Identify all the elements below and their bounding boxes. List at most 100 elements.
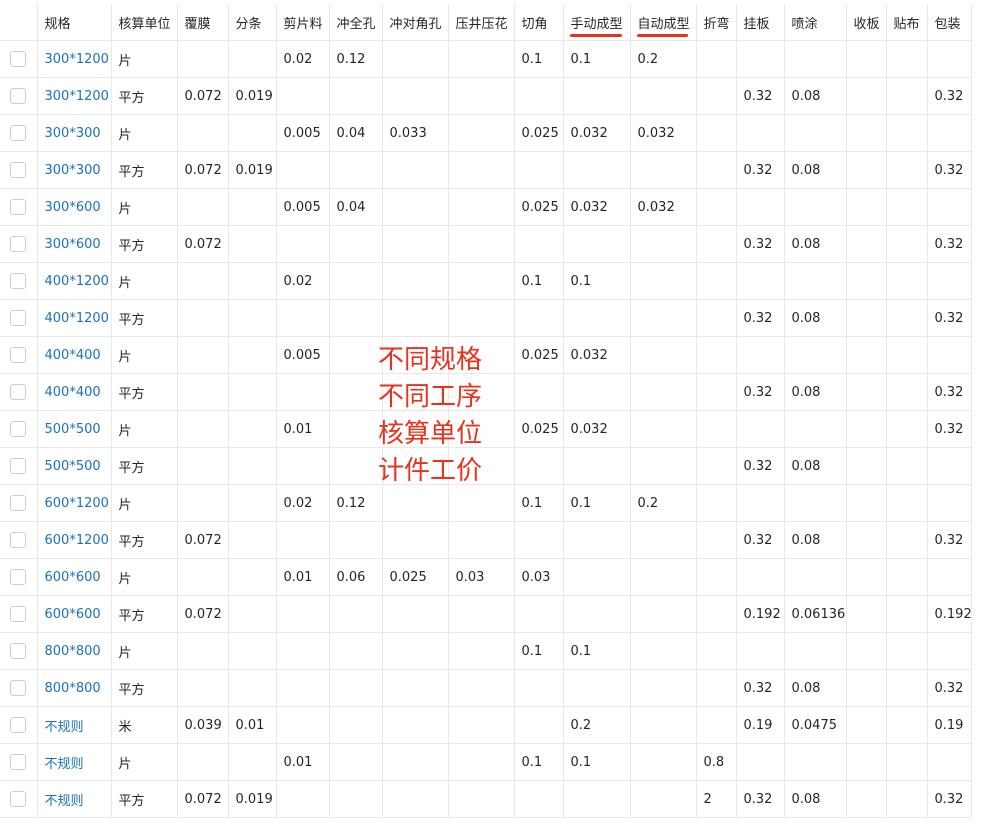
row-checkbox[interactable]: [10, 51, 27, 67]
column-header-full-punch[interactable]: 冲全孔: [329, 4, 383, 41]
spec-link[interactable]: 400*400: [45, 348, 101, 363]
table-row[interactable]: 不规则 平方 0.072 0.019 2 0.32 0.08 0.32: [0, 780, 972, 818]
table-cell: 不规则: [37, 780, 112, 818]
table-cell: 0.072: [177, 77, 229, 115]
table-cell: [696, 336, 737, 374]
spec-link[interactable]: 不规则: [45, 794, 84, 809]
row-checkbox[interactable]: [10, 791, 27, 807]
row-checkbox[interactable]: [10, 754, 27, 770]
column-header-bending[interactable]: 折弯: [696, 4, 737, 41]
spec-link[interactable]: 400*1200: [45, 274, 109, 289]
spec-link[interactable]: 不规则: [45, 720, 84, 735]
column-header-cloth[interactable]: 贴布: [886, 4, 928, 41]
column-header-packing[interactable]: 包装: [927, 4, 972, 41]
table-cell: [228, 373, 277, 411]
table-row[interactable]: 300*300 平方 0.072 0.019 0.32 0.08 0.32: [0, 151, 972, 189]
table-row[interactable]: 不规则 片 0.01 0.1 0.1 0.8: [0, 743, 972, 781]
spec-link[interactable]: 600*1200: [45, 533, 109, 548]
table-row[interactable]: 400*1200 平方 0.32 0.08 0.32: [0, 299, 972, 337]
table-cell: [886, 373, 928, 411]
row-checkbox[interactable]: [10, 458, 27, 474]
table-row[interactable]: 300*600 平方 0.072 0.32 0.08 0.32: [0, 225, 972, 263]
spec-link[interactable]: 500*500: [45, 422, 101, 437]
table-row[interactable]: 600*1200 平方 0.072 0.32 0.08 0.32: [0, 521, 972, 559]
column-header-corner-cut[interactable]: 切角: [514, 4, 564, 41]
row-checkbox[interactable]: [10, 125, 27, 141]
spec-link[interactable]: 300*1200: [45, 89, 109, 104]
column-header-emboss[interactable]: 压井压花: [448, 4, 515, 41]
row-checkbox[interactable]: [10, 421, 27, 437]
spec-link[interactable]: 400*400: [45, 385, 101, 400]
table-row[interactable]: 400*400 平方 0.32 0.08 0.32: [0, 373, 972, 411]
row-checkbox[interactable]: [10, 717, 27, 733]
column-header-spec[interactable]: 规格: [37, 4, 112, 41]
spec-link[interactable]: 300*300: [45, 126, 101, 141]
row-checkbox[interactable]: [10, 606, 27, 622]
table-cell: 片: [111, 262, 178, 300]
row-checkbox-cell: [0, 336, 38, 374]
table-row[interactable]: 800*800 片 0.1 0.1: [0, 632, 972, 670]
column-header-unloading[interactable]: 收板: [846, 4, 887, 41]
row-checkbox[interactable]: [10, 532, 27, 548]
spec-link[interactable]: 300*300: [45, 163, 101, 178]
column-header-spraying[interactable]: 喷涂: [784, 4, 847, 41]
table-row[interactable]: 600*600 平方 0.072 0.192 0.06136 0.192: [0, 595, 972, 633]
row-checkbox[interactable]: [10, 199, 27, 215]
row-checkbox-cell: [0, 373, 38, 411]
table-cell: 400*1200: [37, 299, 112, 337]
row-checkbox-cell: [0, 151, 38, 189]
row-checkbox[interactable]: [10, 384, 27, 400]
spec-link[interactable]: 300*600: [45, 200, 101, 215]
row-checkbox[interactable]: [10, 495, 27, 511]
spec-link[interactable]: 600*600: [45, 607, 101, 622]
spec-link[interactable]: 600*1200: [45, 496, 109, 511]
spec-link[interactable]: 800*800: [45, 681, 101, 696]
row-checkbox[interactable]: [10, 569, 27, 585]
table-cell: [927, 484, 972, 522]
row-checkbox[interactable]: [10, 88, 27, 104]
annotation-line: 核算单位: [378, 419, 483, 449]
column-header-manual-forming[interactable]: 手动成型: [563, 4, 631, 41]
column-header-auto-forming[interactable]: 自动成型: [630, 4, 697, 41]
row-checkbox[interactable]: [10, 643, 27, 659]
table-cell: [276, 151, 330, 189]
table-row[interactable]: 不规则米 0.039 0.01 0.2 0.19 0.0475 0.19: [0, 706, 972, 744]
table-row[interactable]: 300*1200 片 0.02 0.12 0.1 0.1 0.2: [0, 40, 972, 78]
table-row[interactable]: 800*800 平方 0.32 0.08 0.32: [0, 669, 972, 707]
row-checkbox[interactable]: [10, 273, 27, 289]
column-header-slitting[interactable]: 分条: [228, 4, 277, 41]
table-cell: 0.005: [276, 188, 330, 226]
table-cell: 0.2: [630, 40, 697, 78]
column-header-diagonal-punch[interactable]: 冲对角孔: [382, 4, 449, 41]
row-checkbox[interactable]: [10, 310, 27, 326]
spec-link[interactable]: 800*800: [45, 644, 101, 659]
column-header-unit[interactable]: 核算单位: [111, 4, 178, 41]
spec-link[interactable]: 300*1200: [45, 52, 109, 67]
spec-link[interactable]: 400*1200: [45, 311, 109, 326]
row-checkbox[interactable]: [10, 236, 27, 252]
table-row[interactable]: 300*300 片 0.005 0.04 0.033 0.025 0.032 0.032: [0, 114, 972, 152]
row-checkbox-cell: [0, 558, 38, 596]
table-row[interactable]: 400*1200 片 0.02 0.1 0.1: [0, 262, 972, 300]
table-cell: 0.02: [276, 262, 330, 300]
table-row[interactable]: 300*1200 平方 0.072 0.019 0.32 0.08 0.32: [0, 77, 972, 115]
table-row[interactable]: 400*400 片 0.005 0.025 0.032: [0, 336, 972, 374]
table-cell: [696, 299, 737, 337]
table-row[interactable]: 600*1200 片 0.02 0.12 0.1 0.1 0.2: [0, 484, 972, 522]
row-checkbox[interactable]: [10, 680, 27, 696]
row-checkbox[interactable]: [10, 162, 27, 178]
table-cell: 0.01: [228, 706, 277, 744]
spec-link[interactable]: 500*500: [45, 459, 101, 474]
column-header-cut-sheet[interactable]: 剪片料: [276, 4, 330, 41]
table-row[interactable]: 600*600 片 0.01 0.06 0.025 0.03 0.03: [0, 558, 972, 596]
spec-link[interactable]: 300*600: [45, 237, 101, 252]
table-cell: [886, 521, 928, 559]
table-row[interactable]: 500*500 片 0.01 0.025 0.032 0.32: [0, 410, 972, 448]
table-row[interactable]: 500*500 平方 0.32 0.08: [0, 447, 972, 485]
column-header-film[interactable]: 覆膜: [177, 4, 229, 41]
spec-link[interactable]: 不规则: [45, 757, 84, 772]
spec-link[interactable]: 600*600: [45, 570, 101, 585]
row-checkbox[interactable]: [10, 347, 27, 363]
table-row[interactable]: 300*600 片 0.005 0.04 0.025 0.032 0.032: [0, 188, 972, 226]
column-header-hanging[interactable]: 挂板: [736, 4, 785, 41]
